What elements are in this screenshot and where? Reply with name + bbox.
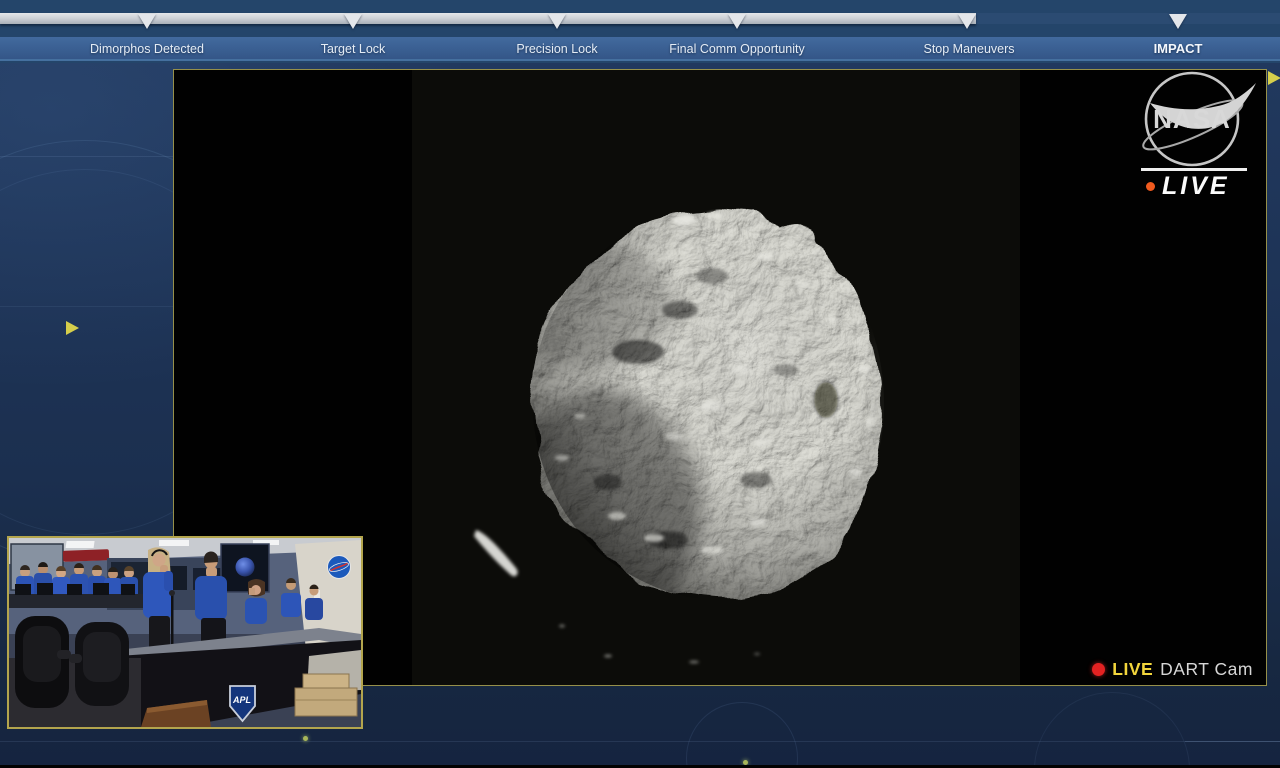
wall-red-sign (62, 549, 110, 562)
dart-camera-view (412, 70, 1020, 685)
office-chair-2 (69, 622, 129, 706)
nasa-insignia-logo: NASA (1142, 71, 1256, 167)
camera-caption: LIVE DART Cam (1092, 659, 1253, 680)
caption-camera-label: DART Cam (1160, 659, 1253, 679)
mission-control-scene: APL (9, 538, 361, 727)
timeline-label-final-comm: Final Comm Opportunity (669, 42, 805, 56)
timeline-label-dimorphos-detected: Dimorphos Detected (90, 42, 204, 56)
storage-boxes (294, 673, 358, 717)
watermark-divider (1141, 168, 1247, 171)
office-chair-1 (15, 616, 71, 708)
blueprint-line-left-1 (0, 156, 174, 157)
blueprint-line-bottom-bright (1185, 741, 1280, 742)
watermark-live-label: LIVE (1162, 172, 1230, 200)
live-dot-icon (1146, 182, 1155, 191)
blueprint-line-bottom (0, 741, 1280, 742)
timeline-label-impact: IMPACT (1153, 41, 1203, 56)
timeline-marker-final-comm (728, 14, 746, 29)
back-desk-row (9, 583, 149, 608)
nasa-live-watermark: NASA LIVE (1134, 71, 1256, 200)
asteroid-on-monitor (235, 557, 255, 577)
record-dot-icon (1092, 663, 1106, 676)
timeline-label-band: Dimorphos Detected Target Lock Precision… (0, 37, 1280, 98)
asteroid-dimorphos (474, 208, 885, 664)
nasa-meatball-wall-logo (327, 555, 351, 579)
yellow-arrow-icon-right (1268, 71, 1280, 85)
blueprint-circle-bottom-center (686, 702, 798, 768)
mission-timeline: Dimorphos Detected Target Lock Precision… (0, 0, 1280, 98)
timeline-label-precision-lock: Precision Lock (516, 42, 598, 56)
timeline-marker-dimorphos-detected (138, 14, 156, 29)
apl-shield-text: APL (232, 695, 251, 705)
broadcast-screen: Dimorphos Detected Target Lock Precision… (0, 0, 1280, 768)
blueprint-circle-bottom-right (1034, 692, 1190, 768)
timeline-marker-impact (1169, 14, 1187, 29)
caption-live-label: LIVE (1112, 659, 1154, 679)
timeline-marker-target-lock (344, 14, 362, 29)
timeline-marker-precision-lock (548, 14, 566, 29)
blueprint-line-left-2 (0, 306, 174, 307)
insignia-brand-text: NASA (1153, 104, 1231, 134)
timeline-label-stop-maneuvers: Stop Maneuvers (923, 42, 1015, 56)
mission-control-pip: APL (7, 536, 363, 729)
timeline-marker-stop-maneuvers (958, 14, 976, 29)
yellow-arrow-icon-left (66, 321, 79, 335)
green-dot-marker-1 (303, 736, 308, 741)
timeline-label-target-lock: Target Lock (320, 42, 386, 56)
